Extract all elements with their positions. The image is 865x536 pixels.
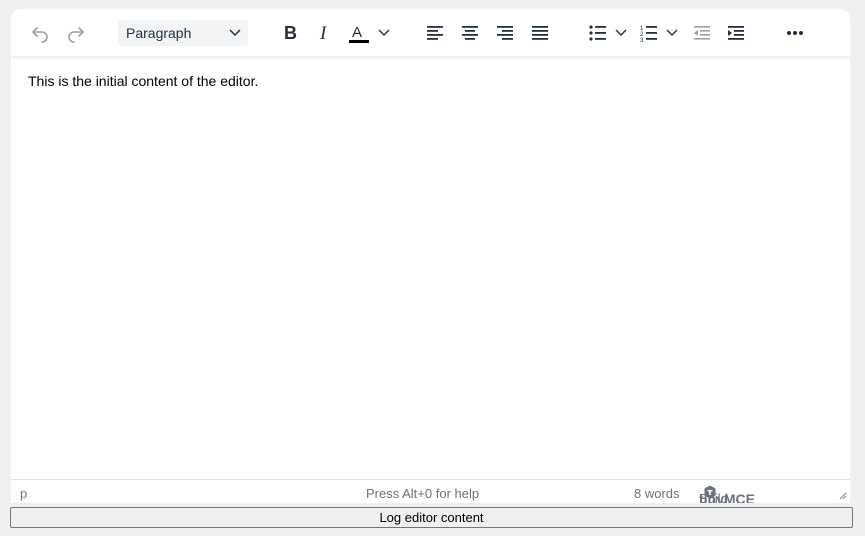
- indent-icon: [728, 26, 744, 40]
- brand-name: tinyMCE: [699, 491, 755, 503]
- content-paragraph[interactable]: This is the initial content of the edito…: [28, 73, 833, 89]
- text-color-icon: A: [349, 24, 369, 43]
- undo-button[interactable]: [28, 19, 52, 47]
- chevron-down-icon: [378, 29, 390, 36]
- rich-text-editor: Paragraph B I A 1 2 3 This is the initia…: [11, 9, 850, 503]
- align-left-icon: [427, 26, 443, 40]
- align-center-button[interactable]: [458, 19, 482, 47]
- indent-button[interactable]: [724, 19, 748, 47]
- redo-icon: [68, 27, 84, 43]
- bold-button[interactable]: B: [278, 19, 302, 47]
- align-justify-icon: [532, 26, 548, 40]
- align-left-button[interactable]: [423, 19, 447, 47]
- bullet-list-button[interactable]: [589, 19, 633, 47]
- numbered-list-button[interactable]: 1 2 3: [640, 19, 684, 47]
- chevron-down-icon: [615, 29, 627, 36]
- align-right-icon: [497, 26, 513, 40]
- text-color-button[interactable]: A: [348, 19, 394, 47]
- align-right-button[interactable]: [493, 19, 517, 47]
- italic-button[interactable]: I: [313, 19, 337, 47]
- outdent-icon: [694, 26, 710, 40]
- block-format-value: Paragraph: [126, 25, 192, 41]
- more-icon: [787, 31, 803, 35]
- resize-handle-icon[interactable]: [839, 492, 847, 500]
- editor-statusbar: p Press Alt+0 for help 8 words Build wit…: [11, 479, 850, 503]
- bullet-list-icon: [589, 25, 606, 41]
- redo-button[interactable]: [64, 19, 88, 47]
- block-format-select[interactable]: Paragraph: [118, 20, 248, 46]
- svg-text:I: I: [319, 24, 328, 42]
- editor-toolbar: Paragraph B I A 1 2 3: [11, 9, 850, 56]
- outdent-button[interactable]: [690, 19, 714, 47]
- editor-content-area[interactable]: This is the initial content of the edito…: [11, 56, 850, 480]
- undo-icon: [32, 27, 48, 43]
- bold-icon: B: [284, 24, 297, 42]
- help-text: Press Alt+0 for help: [366, 486, 480, 501]
- svg-text:A: A: [352, 24, 362, 41]
- chevron-down-icon: [229, 29, 241, 37]
- align-center-icon: [462, 26, 478, 40]
- log-editor-content-button[interactable]: Log editor content: [10, 507, 853, 528]
- more-button[interactable]: [783, 19, 807, 47]
- branding[interactable]: Build with tinyMCE: [699, 485, 755, 503]
- chevron-down-icon: [666, 29, 678, 36]
- svg-text:3: 3: [640, 38, 644, 42]
- element-path[interactable]: p: [20, 486, 27, 501]
- italic-icon: I: [319, 24, 328, 42]
- svg-text:B: B: [284, 24, 297, 42]
- numbered-list-icon: 1 2 3: [640, 26, 657, 42]
- word-count[interactable]: 8 words: [634, 486, 680, 501]
- justify-button[interactable]: [528, 19, 552, 47]
